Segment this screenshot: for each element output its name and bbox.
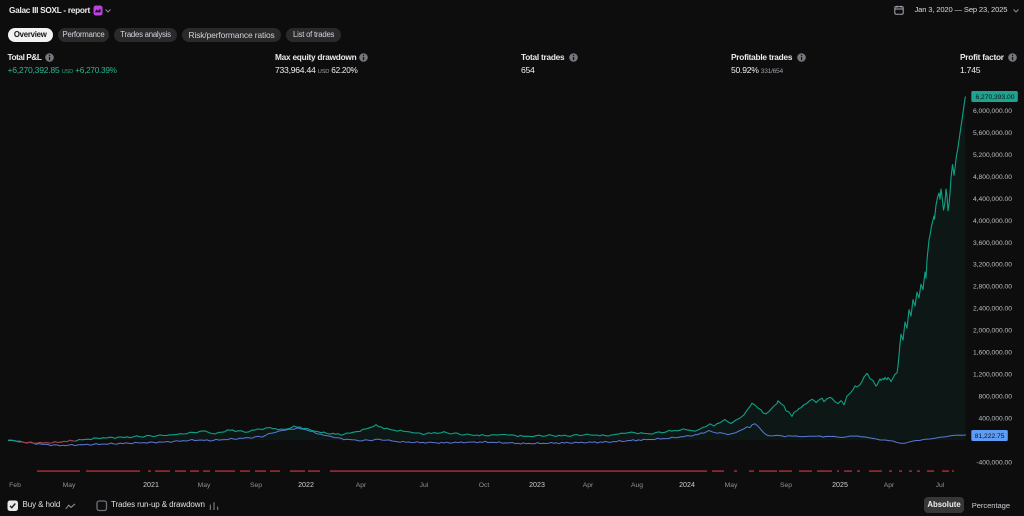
svg-text:2022: 2022 <box>298 481 314 489</box>
svg-text:3,200,000.00: 3,200,000.00 <box>973 262 1012 269</box>
svg-text:Apr: Apr <box>583 482 594 489</box>
svg-text:4,400,000.00: 4,400,000.00 <box>973 196 1012 203</box>
svg-text:1,600,000.00: 1,600,000.00 <box>973 350 1012 357</box>
svg-text:2,800,000.00: 2,800,000.00 <box>973 284 1012 291</box>
svg-text:800,000.00: 800,000.00 <box>979 394 1013 401</box>
svg-text:Aug: Aug <box>631 482 643 489</box>
svg-text:May: May <box>63 482 76 489</box>
svg-text:May: May <box>725 482 738 489</box>
svg-text:5,200,000.00: 5,200,000.00 <box>973 152 1012 159</box>
svg-text:Feb: Feb <box>9 482 21 489</box>
svg-text:4,800,000.00: 4,800,000.00 <box>973 174 1012 181</box>
svg-text:3,600,000.00: 3,600,000.00 <box>973 240 1012 247</box>
svg-text:May: May <box>198 482 211 489</box>
svg-text:-400,000.00: -400,000.00 <box>976 459 1012 466</box>
svg-text:Sep: Sep <box>780 482 792 489</box>
svg-text:6,270,393.00: 6,270,393.00 <box>975 94 1014 101</box>
svg-text:Jul: Jul <box>936 482 945 489</box>
svg-text:2,000,000.00: 2,000,000.00 <box>973 328 1012 335</box>
svg-text:Apr: Apr <box>356 482 367 489</box>
svg-text:2021: 2021 <box>143 481 159 489</box>
svg-text:4,000,000.00: 4,000,000.00 <box>973 218 1012 225</box>
svg-text:Oct: Oct <box>479 482 490 489</box>
svg-text:2023: 2023 <box>529 481 545 489</box>
svg-text:Sep: Sep <box>250 482 262 489</box>
svg-text:1,200,000.00: 1,200,000.00 <box>973 372 1012 379</box>
svg-text:81,222.75: 81,222.75 <box>975 433 1005 440</box>
svg-text:Jul: Jul <box>420 482 429 489</box>
svg-text:400,000.00: 400,000.00 <box>979 415 1013 422</box>
svg-text:6,000,000.00: 6,000,000.00 <box>973 108 1012 115</box>
svg-text:2,400,000.00: 2,400,000.00 <box>973 306 1012 313</box>
svg-text:2024: 2024 <box>679 481 695 489</box>
svg-text:5,600,000.00: 5,600,000.00 <box>973 130 1012 137</box>
svg-text:Apr: Apr <box>884 482 895 489</box>
svg-text:2025: 2025 <box>832 481 848 489</box>
